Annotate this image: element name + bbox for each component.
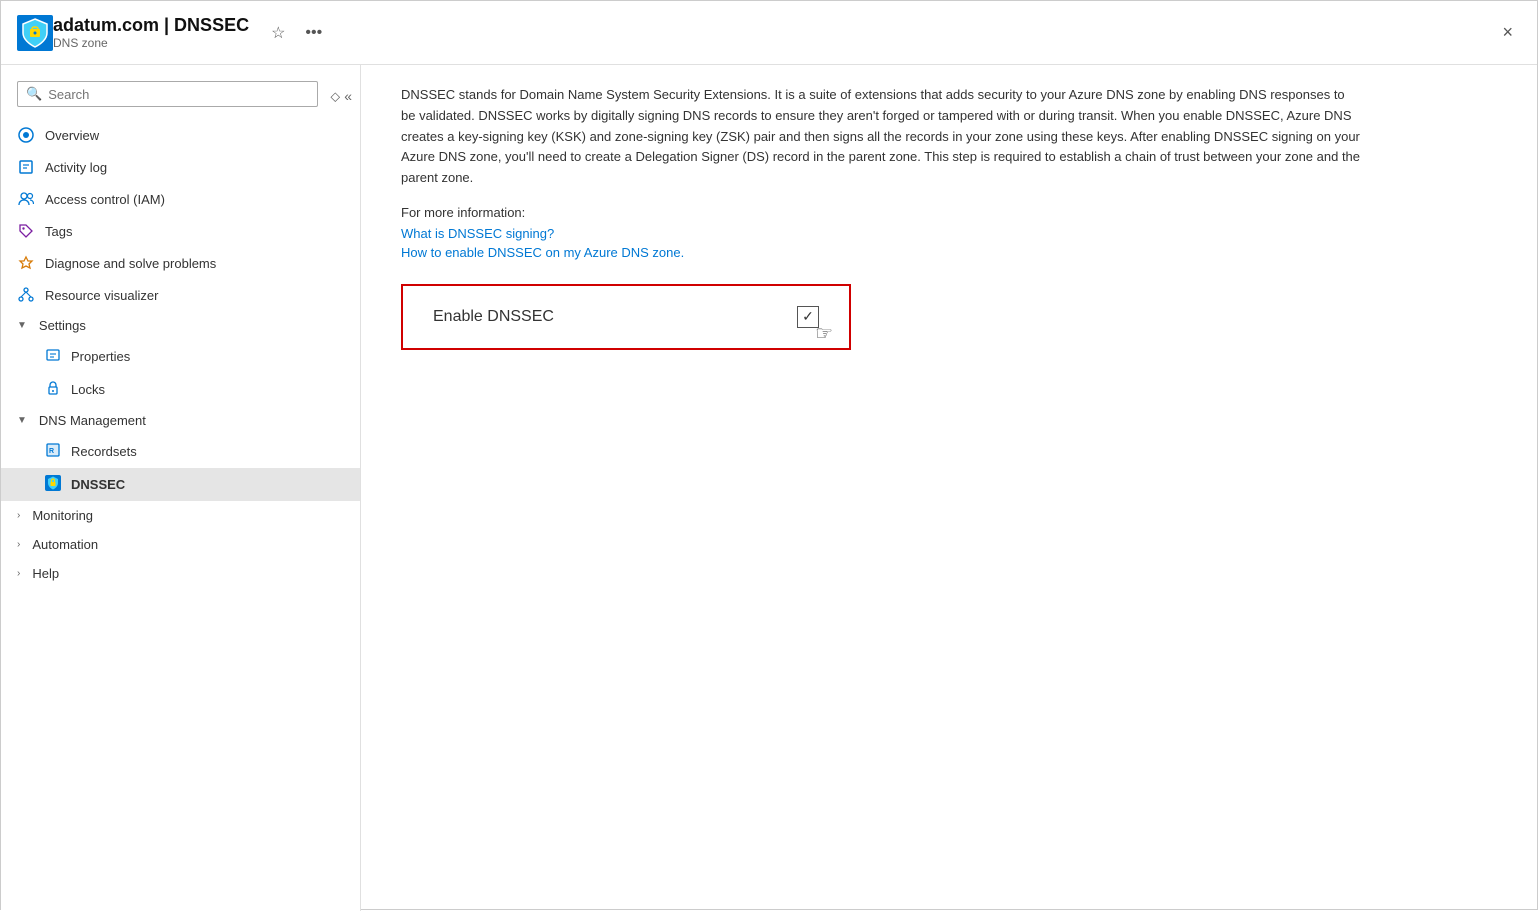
sidebar-item-resource-visualizer-label: Resource visualizer: [45, 288, 158, 303]
collapse-sidebar-button[interactable]: «: [344, 88, 352, 104]
page-subtitle: DNS zone: [53, 36, 249, 50]
sidebar-item-locks-label: Locks: [71, 382, 105, 397]
checkmark-icon: ✓: [802, 308, 814, 325]
sidebar-item-properties-label: Properties: [71, 349, 130, 364]
recordsets-icon: R: [45, 442, 61, 461]
close-button[interactable]: ×: [1494, 18, 1521, 47]
settings-chevron-icon: ▼: [17, 320, 27, 331]
automation-chevron-icon: ›: [17, 539, 20, 550]
sidebar-item-recordsets-label: Recordsets: [71, 444, 137, 459]
sidebar-section-dns-management-label: DNS Management: [39, 413, 146, 428]
sidebar-section-monitoring[interactable]: › Monitoring: [1, 501, 360, 530]
sidebar-section-settings[interactable]: ▼ Settings: [1, 311, 360, 340]
sidebar-item-tags[interactable]: Tags: [1, 215, 360, 247]
more-info-section: For more information: What is DNSSEC sig…: [401, 205, 1497, 260]
overview-icon: [17, 126, 35, 144]
sidebar-item-diagnose[interactable]: Diagnose and solve problems: [1, 247, 360, 279]
sidebar-item-dnssec-label: DNSSEC: [71, 477, 125, 492]
help-chevron-icon: ›: [17, 568, 20, 579]
sidebar-item-resource-visualizer[interactable]: Resource visualizer: [1, 279, 360, 311]
page-title: adatum.com | DNSSEC: [53, 15, 249, 36]
sidebar-section-automation[interactable]: › Automation: [1, 530, 360, 559]
sidebar-item-activity-log[interactable]: Activity log: [1, 151, 360, 183]
sidebar-item-overview[interactable]: Overview: [1, 119, 360, 151]
activity-log-icon: [17, 158, 35, 176]
visualizer-icon: [17, 286, 35, 304]
search-icon: 🔍: [26, 86, 42, 102]
properties-icon: [45, 347, 61, 366]
sidebar-section-help[interactable]: › Help: [1, 559, 360, 588]
more-info-label: For more information:: [401, 205, 1497, 220]
sidebar-section-monitoring-label: Monitoring: [32, 508, 93, 523]
monitoring-chevron-icon: ›: [17, 510, 20, 521]
sidebar-item-overview-label: Overview: [45, 128, 99, 143]
main-layout: 🔍 ⬦ « Overview Activity log Access c: [1, 65, 1537, 911]
header-titles: adatum.com | DNSSEC DNS zone: [53, 15, 249, 50]
sidebar-section-dns-management[interactable]: ▼ DNS Management: [1, 406, 360, 435]
sidebar-item-locks[interactable]: Locks: [1, 373, 360, 406]
settings-icon-button[interactable]: ⬦: [330, 88, 340, 105]
sidebar-item-iam[interactable]: Access control (IAM): [1, 183, 360, 215]
dns-management-chevron-icon: ▼: [17, 415, 27, 426]
favorite-button[interactable]: ☆: [265, 19, 291, 47]
iam-icon: [17, 190, 35, 208]
diagnose-icon: [17, 254, 35, 272]
page-header: adatum.com | DNSSEC DNS zone ☆ ••• ×: [1, 1, 1537, 65]
svg-text:R: R: [49, 448, 54, 455]
enable-dnssec-label: Enable DNSSEC: [433, 308, 554, 326]
content-area: DNSSEC stands for Domain Name System Sec…: [361, 65, 1537, 911]
what-is-dnssec-link[interactable]: What is DNSSEC signing?: [401, 226, 1497, 241]
sidebar: 🔍 ⬦ « Overview Activity log Access c: [1, 65, 361, 911]
locks-icon: [45, 380, 61, 399]
enable-dnssec-card[interactable]: Enable DNSSEC ✓ ☞: [401, 284, 851, 350]
how-to-enable-link[interactable]: How to enable DNSSEC on my Azure DNS zon…: [401, 245, 1497, 260]
sidebar-item-recordsets[interactable]: R Recordsets: [1, 435, 360, 468]
sidebar-item-dnssec[interactable]: DNSSEC: [1, 468, 360, 501]
search-bar[interactable]: 🔍: [17, 81, 318, 107]
dns-zone-icon: [17, 15, 53, 51]
sidebar-item-activity-log-label: Activity log: [45, 160, 107, 175]
cursor-pointer-icon: ☞: [815, 321, 833, 346]
dnssec-description: DNSSEC stands for Domain Name System Sec…: [401, 85, 1361, 189]
tags-icon: [17, 222, 35, 240]
sidebar-item-iam-label: Access control (IAM): [45, 192, 165, 207]
search-input[interactable]: [48, 87, 309, 102]
enable-dnssec-checkbox[interactable]: ✓ ☞: [797, 306, 819, 328]
sidebar-section-help-label: Help: [32, 566, 59, 581]
sidebar-item-tags-label: Tags: [45, 224, 72, 239]
header-actions: ☆ •••: [265, 19, 328, 47]
sidebar-item-properties[interactable]: Properties: [1, 340, 360, 373]
sidebar-section-automation-label: Automation: [32, 537, 98, 552]
sidebar-item-diagnose-label: Diagnose and solve problems: [45, 256, 216, 271]
more-options-button[interactable]: •••: [299, 20, 328, 46]
dnssec-icon: [45, 475, 61, 494]
sidebar-section-settings-label: Settings: [39, 318, 86, 333]
